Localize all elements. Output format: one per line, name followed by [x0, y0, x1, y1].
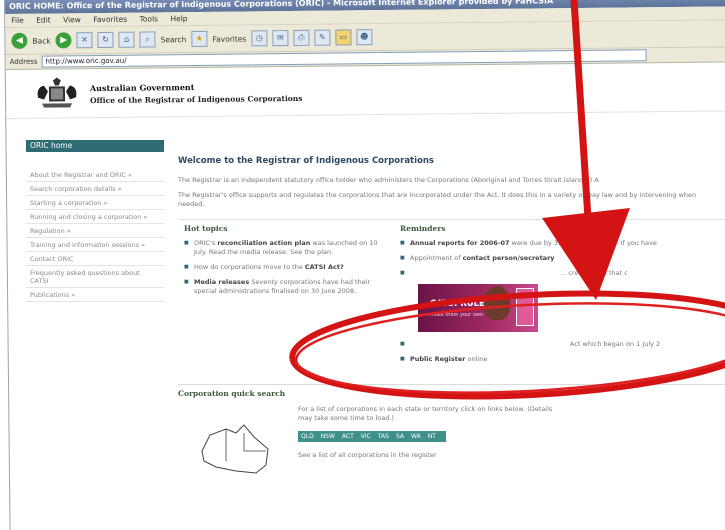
search-icon[interactable]: ⌕	[139, 31, 156, 48]
person-photo-icon	[484, 286, 510, 320]
list-item: How do corporations move to the CATSI Ac…	[184, 263, 390, 272]
menu-file[interactable]: File	[11, 16, 24, 25]
forward-icon[interactable]: ▶	[55, 32, 72, 49]
hot-topics: Hot topics ORIC's reconciliation action …	[178, 224, 390, 370]
item-text: Appointment of	[410, 254, 461, 262]
banner-title: CATSI RULES	[430, 299, 491, 309]
state-link-tas[interactable]: TAS	[378, 433, 389, 440]
favorites-icon[interactable]: ★	[191, 30, 208, 48]
home-icon[interactable]: ⌂	[118, 31, 135, 48]
item-text: ... create rules that c	[560, 269, 628, 277]
sidebar-item-starting[interactable]: Starting a corporation »	[26, 196, 164, 210]
quick-search-title: Corporation quick search	[178, 389, 286, 398]
stop-icon[interactable]: ✕	[76, 32, 93, 49]
sidebar-item-training[interactable]: Training and information sessions »	[26, 238, 164, 252]
public-register-link[interactable]: Public Register	[410, 355, 466, 363]
item-text: ORIC's	[194, 239, 216, 247]
item-text: online	[467, 355, 488, 363]
list-item: Appointment of contact person/secretary	[400, 254, 725, 263]
sidebar-item-home[interactable]: ORIC home	[26, 140, 164, 152]
page-header: Australian Government Office of the Regi…	[5, 62, 725, 119]
hot-topics-title: Hot topics	[184, 224, 228, 233]
list-item: Media releases Seventy corporations have…	[184, 278, 390, 296]
state-links: QLD NSW ACT VIC TAS SA WA NT	[298, 431, 446, 442]
list-item: Public Register online	[400, 355, 725, 364]
state-link-act[interactable]: ACT	[342, 433, 354, 440]
quick-search: Corporation quick search For a list of c…	[178, 384, 725, 479]
address-label: Address	[9, 57, 38, 66]
rulebook-icon	[516, 288, 534, 326]
list-item: ORIC's reconciliation action plan was la…	[184, 239, 390, 257]
back-icon[interactable]: ◀	[11, 32, 28, 49]
print-icon[interactable]: ⎙	[293, 29, 310, 46]
sidebar-item-search[interactable]: Search corporation details »	[26, 182, 164, 196]
edit-icon[interactable]: ✎	[314, 29, 331, 46]
state-link-qld[interactable]: QLD	[301, 433, 314, 440]
intro-paragraph: The Registrar is an independent statutor…	[178, 176, 599, 184]
catsi-act-link[interactable]: CATSI Act?	[305, 263, 344, 271]
intro-paragraph-2: The Registrar's office supports and regu…	[178, 191, 697, 208]
sidebar-item-about[interactable]: About the Registrar and ORIC »	[26, 168, 164, 182]
menu-tools[interactable]: Tools	[140, 14, 159, 23]
menu-view[interactable]: View	[63, 15, 81, 24]
menu-edit[interactable]: Edit	[36, 16, 51, 25]
sidebar-item-faq[interactable]: Frequently asked questions about CATSI	[26, 266, 164, 288]
media-releases-link[interactable]: Media releases	[194, 278, 249, 286]
reconciliation-link[interactable]: reconciliation action plan	[217, 239, 310, 247]
state-link-vic[interactable]: VIC	[361, 433, 371, 440]
contact-person-link[interactable]: contact person/secretary	[463, 254, 555, 262]
state-link-sa[interactable]: SA	[396, 433, 404, 440]
state-link-nt[interactable]: NT	[428, 433, 436, 440]
banner-subtitle: make them your own	[430, 312, 484, 318]
sidebar-item-running[interactable]: Running and closing a corporation »	[26, 210, 164, 224]
folder-icon[interactable]: ▭	[335, 29, 352, 46]
sidebar-item-publications[interactable]: Publications »	[26, 288, 164, 302]
list-item: ... create rules that c	[400, 269, 725, 278]
annual-reports-link[interactable]: Annual reports for 2006-07	[410, 239, 510, 247]
main-content: Welcome to the Registrar of Indigenous C…	[178, 150, 725, 479]
reminders: Reminders Annual reports for 2006-07 wer…	[390, 224, 725, 370]
favorites-button[interactable]: Favorites	[212, 34, 246, 43]
page-title: Welcome to the Registrar of Indigenous C…	[178, 156, 434, 166]
state-link-nsw[interactable]: NSW	[321, 433, 335, 440]
gov-name: Australian Government	[89, 82, 195, 94]
government-title: Australian Government Office of the Regi…	[90, 81, 303, 105]
australia-map-icon[interactable]	[196, 421, 276, 475]
sidebar-item-regulation[interactable]: Regulation »	[26, 224, 164, 238]
menu-favorites[interactable]: Favorites	[93, 15, 127, 24]
sidebar-item-contact[interactable]: Contact ORIC	[26, 252, 164, 266]
state-link-wa[interactable]: WA	[411, 433, 421, 440]
mail-icon[interactable]: ✉	[272, 30, 289, 47]
coat-of-arms-icon	[37, 77, 77, 108]
content-columns: Hot topics ORIC's reconciliation action …	[178, 219, 725, 370]
back-button[interactable]: Back	[32, 36, 50, 45]
messenger-icon[interactable]: ☻	[356, 29, 373, 46]
catsi-rules-banner[interactable]: CATSI RULES make them your own	[418, 284, 538, 332]
office-name: Office of the Registrar of Indigenous Co…	[90, 93, 303, 106]
sidebar-nav: ORIC home About the Registrar and ORIC »…	[26, 140, 164, 302]
menu-help[interactable]: Help	[170, 14, 187, 23]
all-corporations-link[interactable]: See a list of all corporations in the re…	[298, 451, 437, 459]
list-item: Annual reports for 2006-07 were due by 3…	[400, 239, 725, 248]
list-item: Act which began on 1 July 2	[400, 340, 725, 349]
reminders-title: Reminders	[400, 224, 446, 233]
refresh-icon[interactable]: ↻	[97, 31, 114, 49]
item-text: How do corporations move to the	[194, 263, 303, 271]
quick-search-text: For a list of corporations in each state…	[298, 405, 553, 422]
item-text: were due by 31 December 2007. If you hav…	[511, 239, 657, 247]
item-text: Act which began on 1 July 2	[570, 340, 661, 348]
search-button[interactable]: Search	[161, 35, 187, 44]
history-icon[interactable]: ◷	[251, 30, 268, 47]
